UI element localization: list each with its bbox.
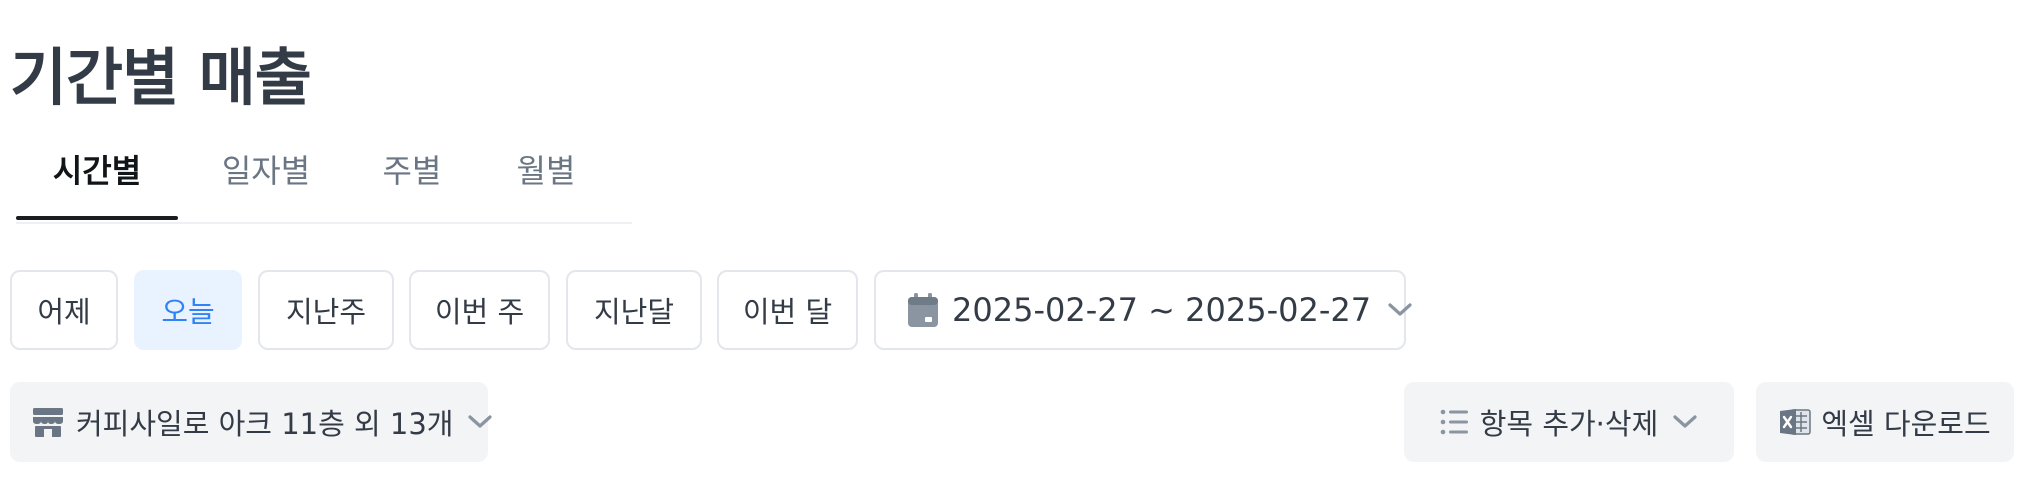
store-icon: [32, 407, 64, 437]
range-last-week-label: 지난주: [285, 295, 367, 329]
chevron-down-icon: [467, 414, 493, 430]
column-editor-label: 항목 추가·삭제: [1479, 407, 1659, 441]
range-yesterday-label: 어제: [37, 295, 91, 329]
range-this-week-label: 이번 주: [434, 295, 525, 329]
page-title: 기간별 매출: [10, 40, 312, 114]
excel-download-label: 엑셀 다운로드: [1821, 407, 1991, 441]
range-last-week-button[interactable]: 지난주: [258, 270, 394, 350]
range-this-month-label: 이번 달: [742, 295, 833, 329]
range-this-month-button[interactable]: 이번 달: [717, 270, 858, 350]
date-range-picker[interactable]: 2025-02-27 ~ 2025-02-27: [874, 270, 1412, 350]
chevron-down-icon: [1672, 414, 1698, 430]
chevron-down-icon: [1387, 302, 1413, 318]
range-today-label: 오늘: [161, 295, 215, 329]
list-icon: [1440, 408, 1470, 436]
tab-weekly[interactable]: 주별: [354, 128, 470, 220]
tab-daily[interactable]: 일자별: [196, 128, 336, 220]
range-today-button[interactable]: 오늘: [134, 270, 242, 350]
store-selector-label: 커피사일로 아크 11층 외 13개: [76, 407, 454, 441]
range-last-month-button[interactable]: 지난달: [566, 270, 702, 350]
column-editor-button[interactable]: 항목 추가·삭제: [1404, 382, 1734, 462]
store-selector[interactable]: 커피사일로 아크 11층 외 13개: [10, 382, 493, 462]
active-tab-indicator: [16, 216, 178, 220]
range-yesterday-button[interactable]: 어제: [10, 270, 118, 350]
period-tab-bar: 시간별 일자별 주별 월별: [16, 128, 632, 224]
excel-download-button[interactable]: 엑셀 다운로드: [1756, 382, 2014, 462]
calendar-icon: [908, 293, 938, 327]
range-this-week-button[interactable]: 이번 주: [409, 270, 550, 350]
excel-icon: [1779, 407, 1812, 437]
range-last-month-label: 지난달: [593, 295, 675, 329]
tab-hourly[interactable]: 시간별: [16, 128, 178, 220]
date-range-value: 2025-02-27 ~ 2025-02-27: [952, 291, 1372, 329]
tab-monthly[interactable]: 월별: [488, 128, 604, 220]
